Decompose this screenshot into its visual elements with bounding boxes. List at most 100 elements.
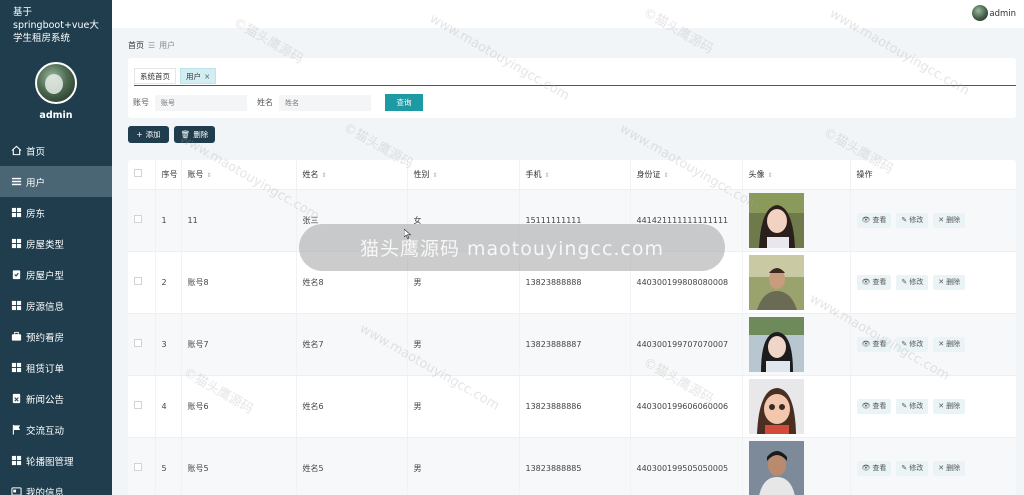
topbar-username[interactable]: admin — [989, 9, 1016, 19]
breadcrumb-separator-icon: ☰ — [148, 41, 156, 50]
tab-label: 用户 — [186, 71, 201, 81]
row-checkbox[interactable] — [134, 215, 142, 223]
sidebar-item-house-layout[interactable]: 房屋户型 — [0, 259, 112, 290]
close-icon[interactable]: × — [204, 72, 210, 81]
breadcrumb-current: 用户 — [159, 41, 176, 50]
col-index: 序号 — [155, 160, 182, 190]
edit-icon: ✎ — [901, 402, 908, 410]
avatar-photo[interactable] — [748, 316, 804, 372]
sort-icon[interactable]: ⇕ — [433, 172, 438, 179]
tab-home[interactable]: 系统首页 — [134, 68, 176, 84]
view-button[interactable]: 👁 查看 — [856, 212, 892, 228]
col-phone[interactable]: 手机 ⇕ — [519, 160, 631, 190]
breadcrumb-home[interactable]: 首页 — [128, 40, 144, 51]
cell-actions: 👁 查看 ✎ 修改 ✕ 删除 — [850, 313, 1016, 376]
home-icon — [10, 145, 22, 157]
avatar[interactable] — [972, 5, 988, 21]
cell-actions: 👁 查看 ✎ 修改 ✕ 删除 — [850, 189, 1016, 252]
delete-button[interactable]: ✕ 删除 — [933, 212, 966, 228]
cell-index: 4 — [155, 375, 182, 438]
row-select-cell — [128, 437, 156, 495]
grid-icon — [10, 238, 22, 250]
batch-delete-button[interactable]: 🗑 删除 — [174, 126, 215, 143]
add-button[interactable]: + 添加 — [128, 126, 169, 143]
sidebar-item-label: 房东 — [26, 208, 46, 220]
delete-label: 删除 — [946, 278, 961, 286]
sidebar-item-carousel[interactable]: 轮播图管理 — [0, 445, 112, 476]
sidebar-item-house-type[interactable]: 房屋类型 — [0, 228, 112, 259]
view-button[interactable]: 👁 查看 — [856, 398, 892, 414]
doc-icon — [10, 393, 22, 405]
watermark-overlay: 猫头鹰源码 maotouyingcc.com — [299, 224, 725, 271]
edit-label: 修改 — [909, 340, 924, 348]
sort-icon[interactable]: ⇕ — [545, 172, 550, 179]
avatar-photo[interactable] — [748, 192, 804, 248]
app-title-line: 基于 — [13, 7, 33, 18]
edit-button[interactable]: ✎ 修改 — [896, 460, 929, 476]
row-checkbox[interactable] — [134, 401, 142, 409]
delete-button[interactable]: ✕ 删除 — [933, 336, 966, 352]
view-button[interactable]: 👁 查看 — [856, 274, 892, 290]
delete-button[interactable]: ✕ 删除 — [933, 274, 966, 290]
sidebar-item-orders[interactable]: 租赁订单 — [0, 352, 112, 383]
sidebar-item-profile[interactable]: 我的信息 — [0, 476, 112, 495]
col-avatar[interactable]: 头像 ⇕ — [742, 160, 851, 190]
sidebar-item-forum[interactable]: 交流互动 — [0, 414, 112, 445]
account-input[interactable] — [155, 94, 247, 111]
sort-icon[interactable]: ⇕ — [768, 172, 773, 179]
view-label: 查看 — [872, 402, 887, 410]
row-checkbox[interactable] — [134, 339, 142, 347]
sidebar-item-news[interactable]: 新闻公告 — [0, 383, 112, 414]
sidebar-item-label: 首页 — [26, 146, 46, 158]
col-account[interactable]: 账号 ⇕ — [181, 160, 297, 190]
sidebar-item-home[interactable]: 首页 — [0, 135, 112, 166]
delete-button[interactable]: ✕ 删除 — [933, 460, 966, 476]
edit-button[interactable]: ✎ 修改 — [896, 274, 929, 290]
delete-button[interactable]: ✕ 删除 — [933, 398, 966, 414]
sidebar-item-viewing[interactable]: 预约看房 — [0, 321, 112, 352]
view-label: 查看 — [872, 340, 887, 348]
breadcrumb: 首页 ☰ 用户 — [128, 40, 175, 51]
delete-label: 删除 — [946, 464, 961, 472]
name-input[interactable] — [279, 94, 371, 111]
col-id-card[interactable]: 身份证 ⇕ — [630, 160, 743, 190]
cell-account: 账号7 — [181, 313, 297, 376]
tab-users[interactable]: 用户 × — [180, 68, 217, 84]
cell-index: 3 — [155, 313, 182, 376]
row-checkbox[interactable] — [134, 277, 142, 285]
search-button[interactable]: 查询 — [385, 94, 423, 111]
col-name[interactable]: 姓名 ⇕ — [296, 160, 408, 190]
sidebar-item-users[interactable]: 用户 — [0, 166, 112, 197]
name-label: 姓名 — [257, 98, 273, 107]
sort-icon[interactable]: ⇕ — [664, 172, 669, 179]
edit-button[interactable]: ✎ 修改 — [896, 336, 929, 352]
edit-button[interactable]: ✎ 修改 — [896, 398, 929, 414]
search-card: 系统首页 用户× 账号 姓名 查询 — [128, 58, 1016, 118]
cell-index: 2 — [155, 251, 182, 314]
col-gender[interactable]: 性别 ⇕ — [407, 160, 520, 190]
sidebar-item-label: 房源信息 — [26, 301, 65, 313]
cell-gender: 男 — [407, 375, 520, 438]
sort-icon[interactable]: ⇕ — [207, 172, 212, 179]
avatar-photo[interactable] — [748, 254, 804, 310]
avatar-photo[interactable] — [748, 378, 804, 434]
edit-button[interactable]: ✎ 修改 — [896, 212, 929, 228]
select-all-checkbox[interactable] — [134, 169, 142, 178]
grid-icon — [10, 300, 22, 312]
cell-avatar — [742, 437, 851, 495]
grid-icon — [10, 207, 22, 219]
eye-icon: 👁 — [861, 216, 871, 224]
cell-gender: 男 — [407, 313, 520, 376]
table-row: 5 账号5 姓名5 男 13823888885 4403001995050500… — [128, 437, 1016, 495]
avatar-photo[interactable] — [748, 440, 804, 495]
sort-icon[interactable]: ⇕ — [322, 172, 327, 179]
sidebar-item-listings[interactable]: 房源信息 — [0, 290, 112, 321]
view-button[interactable]: 👁 查看 — [856, 336, 892, 352]
col-label: 姓名 — [302, 169, 319, 179]
sidebar-item-landlord[interactable]: 房东 — [0, 197, 112, 228]
search-form: 账号 姓名 查询 — [133, 94, 423, 111]
view-button[interactable]: 👁 查看 — [856, 460, 892, 476]
avatar[interactable] — [35, 62, 77, 104]
row-checkbox[interactable] — [134, 463, 142, 471]
edit-label: 修改 — [909, 278, 924, 286]
